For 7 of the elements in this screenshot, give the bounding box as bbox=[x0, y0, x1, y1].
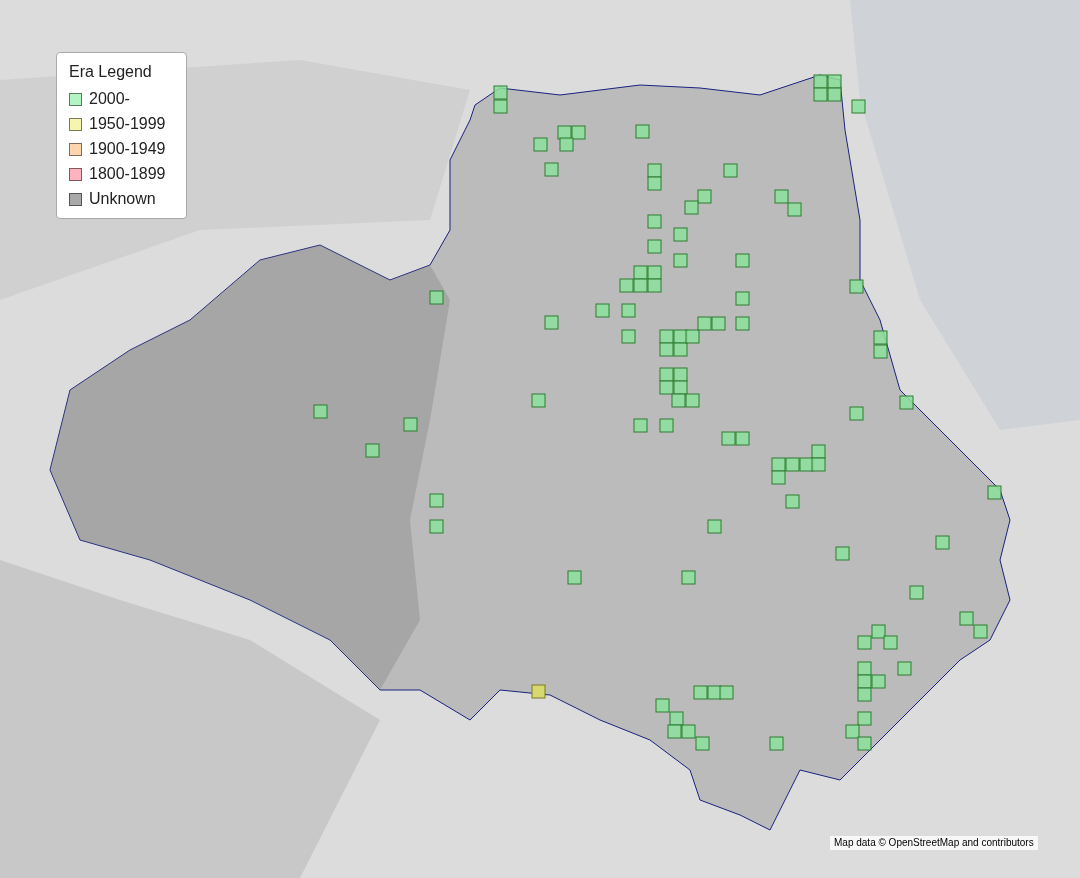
legend-label: 1900-1949 bbox=[89, 139, 166, 159]
legend-label: 1950-1999 bbox=[89, 114, 166, 134]
map-attribution: Map data © OpenStreetMap and contributors bbox=[830, 836, 1038, 850]
legend-label: 1800-1899 bbox=[89, 164, 166, 184]
legend-label: 2000- bbox=[89, 89, 130, 109]
legend-label: Unknown bbox=[89, 189, 156, 209]
legend-title: Era Legend bbox=[69, 62, 153, 82]
